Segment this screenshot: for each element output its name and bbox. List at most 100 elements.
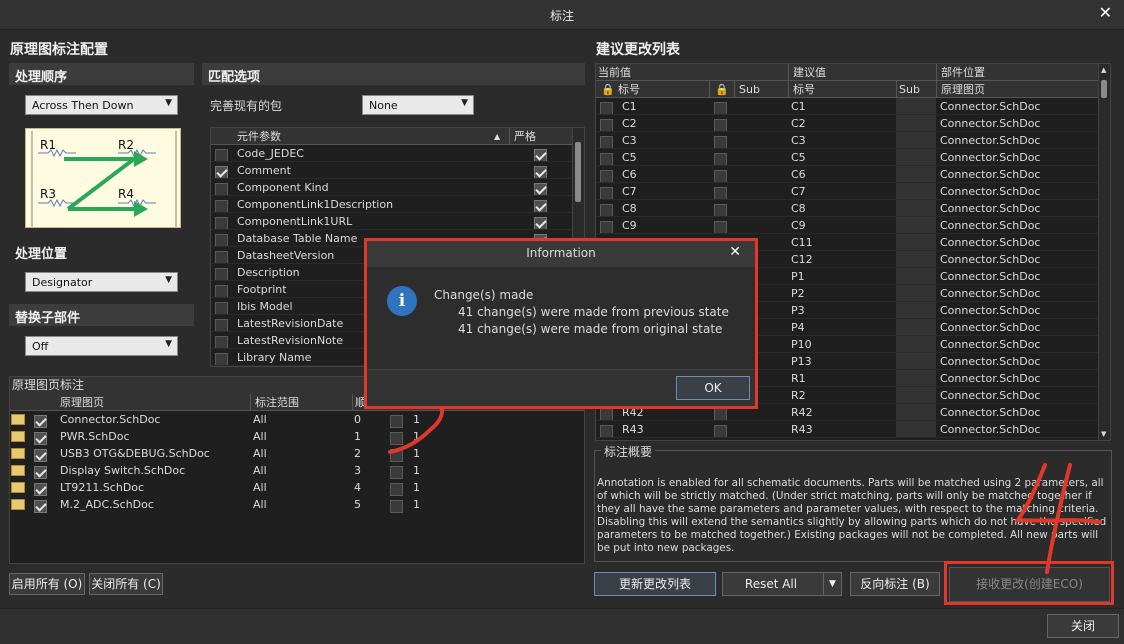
disable-all-button[interactable]: 关闭所有 (C) xyxy=(89,573,163,595)
strict-checkbox[interactable] xyxy=(534,216,547,229)
scroll-down-icon[interactable]: ▼ xyxy=(1101,430,1106,438)
sheet-scope[interactable]: All xyxy=(253,428,267,445)
param-checkbox[interactable] xyxy=(215,148,228,161)
change-row[interactable]: C8 C8 Connector.SchDoc xyxy=(596,200,1110,217)
cur-lock-checkbox[interactable] xyxy=(600,118,613,131)
changes-scrollbar[interactable]: ▲ ▼ xyxy=(1098,64,1110,440)
sheet-checkbox[interactable] xyxy=(34,499,47,513)
close-icon[interactable]: ✕ xyxy=(1099,3,1112,22)
chevron-down-icon[interactable]: ▼ xyxy=(823,573,841,595)
param-checkbox[interactable] xyxy=(215,352,228,365)
cur-lock-checkbox[interactable] xyxy=(600,186,613,199)
sheet-sub-header[interactable]: 原理图页 xyxy=(936,81,985,98)
cur-lock-checkbox[interactable] xyxy=(600,424,613,437)
param-row[interactable]: Component Kind xyxy=(211,179,584,196)
param-row[interactable]: ComponentLink1Description xyxy=(211,196,584,213)
packages-dropdown[interactable]: None ▼ xyxy=(362,95,474,115)
sheet-scope[interactable]: All xyxy=(253,411,267,428)
sheet-scope[interactable]: All xyxy=(253,479,267,496)
order-dropdown[interactable]: Across Then Down ▼ xyxy=(25,95,178,115)
prop-lock-checkbox[interactable] xyxy=(714,407,727,420)
sheet-start-checkbox[interactable] xyxy=(390,482,403,496)
sheet-start-checkbox[interactable] xyxy=(390,465,403,479)
sheet-scope[interactable]: All xyxy=(253,462,267,479)
param-checkbox[interactable] xyxy=(215,250,228,263)
prop-lock-checkbox[interactable] xyxy=(714,169,727,182)
sheet-checkbox[interactable] xyxy=(34,414,47,428)
sheet-start-checkbox[interactable] xyxy=(390,448,403,462)
cur-designator-header[interactable]: 标号 xyxy=(618,81,640,98)
prop-lock-checkbox[interactable] xyxy=(714,186,727,199)
prop-lock-checkbox[interactable] xyxy=(714,118,727,131)
sheet-start[interactable]: 1 xyxy=(413,496,420,513)
update-changes-button[interactable]: 更新更改列表 xyxy=(594,572,716,596)
change-row[interactable]: C5 C5 Connector.SchDoc xyxy=(596,149,1110,166)
sheet-start-checkbox[interactable] xyxy=(390,499,403,513)
cur-lock-checkbox[interactable] xyxy=(600,220,613,233)
param-checkbox[interactable] xyxy=(215,284,228,297)
sheet-row[interactable]: PWR.SchDoc All 1 1 xyxy=(10,428,584,445)
param-row[interactable]: Comment xyxy=(211,162,584,179)
sheet-row[interactable]: Display Switch.SchDoc All 3 1 xyxy=(10,462,584,479)
prop-lock-checkbox[interactable] xyxy=(714,152,727,165)
close-button[interactable]: 关闭 xyxy=(1047,614,1119,638)
param-checkbox[interactable] xyxy=(215,216,228,229)
param-checkbox[interactable] xyxy=(215,335,228,348)
sheet-col-header[interactable]: 原理图页 xyxy=(60,394,104,411)
sheet-scope[interactable]: All xyxy=(253,496,267,513)
prop-lock-checkbox[interactable] xyxy=(714,203,727,216)
cur-lock-checkbox[interactable] xyxy=(600,152,613,165)
sheet-start-checkbox[interactable] xyxy=(390,414,403,428)
param-checkbox[interactable] xyxy=(215,199,228,212)
enable-all-button[interactable]: 启用所有 (O) xyxy=(9,573,85,595)
scroll-up-icon[interactable]: ▲ xyxy=(1101,66,1106,74)
sheet-checkbox[interactable] xyxy=(34,431,47,445)
prop-lock-checkbox[interactable] xyxy=(714,424,727,437)
strict-checkbox[interactable] xyxy=(534,148,547,161)
sheet-checkbox[interactable] xyxy=(34,482,47,496)
ok-button[interactable]: OK xyxy=(676,376,750,400)
param-row[interactable]: Code_JEDEC xyxy=(211,145,584,162)
strict-col-header[interactable]: 严格 xyxy=(509,128,536,145)
reset-all-button[interactable]: Reset All ▼ xyxy=(722,572,842,596)
sheet-checkbox[interactable] xyxy=(34,465,47,479)
param-row[interactable]: ComponentLink1URL xyxy=(211,213,584,230)
sheet-start-checkbox[interactable] xyxy=(390,431,403,445)
strict-checkbox[interactable] xyxy=(534,182,547,195)
change-row[interactable]: R43 R43 Connector.SchDoc xyxy=(596,421,1110,438)
prop-lock-checkbox[interactable] xyxy=(714,135,727,148)
sheet-row[interactable]: LT9211.SchDoc All 4 1 xyxy=(10,479,584,496)
location-dropdown[interactable]: Designator ▼ xyxy=(25,272,178,292)
sheet-start[interactable]: 1 xyxy=(413,479,420,496)
change-row[interactable]: C3 C3 Connector.SchDoc xyxy=(596,132,1110,149)
sheet-start[interactable]: 1 xyxy=(413,428,420,445)
sheet-row[interactable]: USB3 OTG&DEBUG.SchDoc All 2 1 xyxy=(10,445,584,462)
scope-col-header[interactable]: 标注范围 xyxy=(250,394,299,411)
sheet-start[interactable]: 1 xyxy=(413,462,420,479)
change-row[interactable]: C6 C6 Connector.SchDoc xyxy=(596,166,1110,183)
back-annotate-button[interactable]: 反向标注 (B) xyxy=(850,572,940,596)
cur-lock-checkbox[interactable] xyxy=(600,135,613,148)
param-checkbox[interactable] xyxy=(215,267,228,280)
change-row[interactable]: C9 C9 Connector.SchDoc xyxy=(596,217,1110,234)
sheet-start[interactable]: 1 xyxy=(413,411,420,428)
param-checkbox[interactable] xyxy=(215,318,228,331)
cur-lock-checkbox[interactable] xyxy=(600,101,613,114)
strict-checkbox[interactable] xyxy=(534,199,547,212)
prop-designator-header[interactable]: 标号 xyxy=(788,81,815,98)
change-row[interactable]: C7 C7 Connector.SchDoc xyxy=(596,183,1110,200)
sheet-row[interactable]: M.2_ADC.SchDoc All 5 1 xyxy=(10,496,584,513)
sheet-checkbox[interactable] xyxy=(34,448,47,462)
params-col-header[interactable]: 元件参数 xyxy=(237,128,281,145)
param-checkbox[interactable] xyxy=(215,301,228,314)
prop-lock-checkbox[interactable] xyxy=(714,101,727,114)
sheet-start[interactable]: 1 xyxy=(413,445,420,462)
sheet-scope[interactable]: All xyxy=(253,445,267,462)
change-row[interactable]: C1 C1 Connector.SchDoc xyxy=(596,98,1110,115)
prop-sub-header[interactable]: Sub xyxy=(896,81,920,98)
prop-lock-checkbox[interactable] xyxy=(714,220,727,233)
param-checkbox[interactable] xyxy=(215,233,228,246)
replace-dropdown[interactable]: Off ▼ xyxy=(25,336,178,356)
param-checkbox[interactable] xyxy=(215,165,228,178)
strict-checkbox[interactable] xyxy=(534,165,547,178)
